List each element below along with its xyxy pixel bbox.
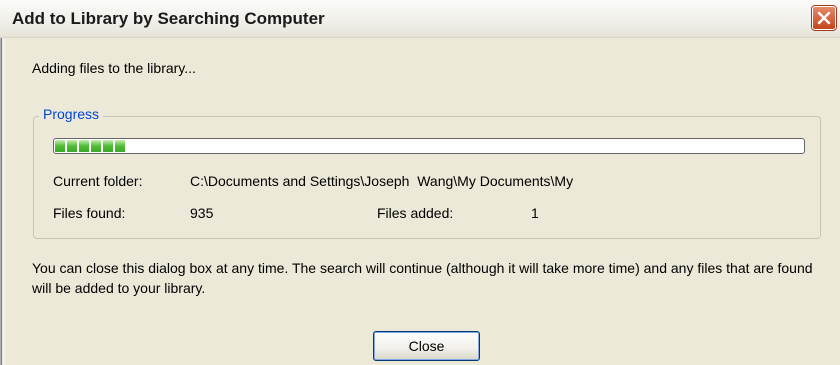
window-left-edge	[0, 38, 7, 365]
info-text: You can close this dialog box at any tim…	[32, 260, 813, 296]
window-title: Add to Library by Searching Computer	[12, 9, 325, 28]
progress-fill	[55, 140, 127, 152]
progress-chunk	[91, 140, 101, 152]
title-bar: Add to Library by Searching Computer	[0, 0, 840, 38]
close-x-icon	[817, 11, 831, 25]
progress-chunk	[55, 140, 65, 152]
progress-chunk	[115, 140, 125, 152]
progress-legend: Progress	[39, 106, 104, 122]
progress-chunk	[67, 140, 77, 152]
current-folder-label: Current folder:	[53, 173, 143, 189]
close-button[interactable]: Close	[373, 331, 480, 361]
files-added-value: 1	[531, 205, 539, 221]
close-window-button[interactable]	[812, 6, 836, 30]
progress-chunk	[103, 140, 113, 152]
files-found-label: Files found:	[53, 205, 126, 221]
status-text: Adding files to the library...	[32, 60, 196, 76]
progress-bar	[53, 138, 805, 154]
files-found-value: 935	[190, 205, 214, 221]
current-folder-value: C:\Documents and Settings\Joseph Wang\My…	[190, 173, 574, 189]
progress-chunk	[79, 140, 89, 152]
files-added-label: Files added:	[377, 205, 454, 221]
